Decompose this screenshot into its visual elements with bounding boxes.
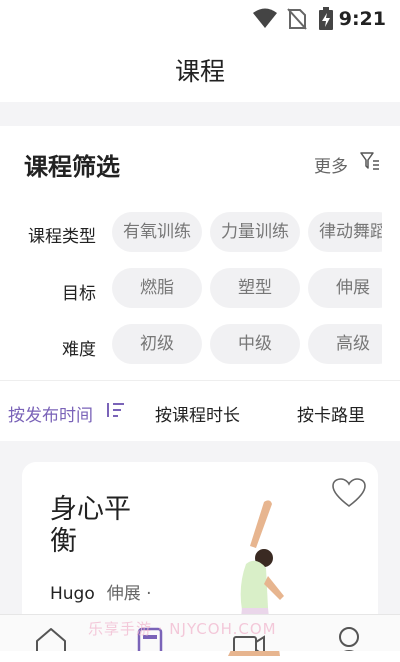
status-time: 9:21 <box>338 8 386 30</box>
more-button[interactable]: 更多 <box>314 152 348 177</box>
status-bar: 9:21 <box>0 0 400 36</box>
chip-option[interactable]: 律动舞蹈 <box>308 212 382 252</box>
course-tags: 伸展 · <box>106 584 152 604</box>
profile-icon[interactable] <box>332 625 366 651</box>
chip-option[interactable]: 初级 <box>112 324 202 364</box>
filter-label-type: 课程类型 <box>28 227 96 247</box>
filter-label-goal: 目标 <box>62 284 96 304</box>
section-divider <box>0 102 400 126</box>
coach-name: Hugo <box>50 584 95 604</box>
filter-options-goal: 燃脂 塑型 伸展 <box>112 268 382 310</box>
chip-option[interactable]: 伸展 <box>308 268 382 308</box>
chip-option[interactable]: 中级 <box>210 324 300 364</box>
sort-order-icon[interactable] <box>106 401 126 419</box>
chip-option[interactable]: 燃脂 <box>112 268 202 308</box>
watermark: 乐享手游 · NJYCOH.COM <box>88 620 277 638</box>
home-icon[interactable] <box>34 625 68 651</box>
chip-option[interactable]: 高级 <box>308 324 382 364</box>
course-title: 身心平衡 <box>50 494 131 557</box>
chip-option[interactable]: 塑型 <box>210 268 300 308</box>
filter-label-difficulty: 难度 <box>62 340 96 360</box>
no-sim-icon <box>287 8 307 30</box>
battery-charging-icon <box>319 7 333 30</box>
chip-option[interactable]: 有氧训练 <box>112 212 202 252</box>
sort-by-duration[interactable]: 按课程时长 <box>155 401 240 426</box>
wifi-icon <box>253 8 277 28</box>
sort-by-calories[interactable]: 按卡路里 <box>297 401 365 426</box>
filter-options-type: 有氧训练 力量训练 律动舞蹈 <box>112 212 382 254</box>
chip-option[interactable]: 力量训练 <box>210 212 300 252</box>
page-title: 课程 <box>174 57 225 86</box>
filter-icon[interactable] <box>360 151 380 171</box>
filter-options-difficulty: 初级 中级 高级 <box>112 324 382 366</box>
sort-bar: 按发布时间 按课程时长 按卡路里 <box>0 380 400 442</box>
favorite-heart-icon[interactable] <box>332 478 366 508</box>
course-meta: Hugo 伸展 · <box>50 579 152 604</box>
sort-by-publish-time[interactable]: 按发布时间 <box>8 401 93 426</box>
app-header: 课程 <box>0 36 400 102</box>
filter-title: 课程筛选 <box>24 153 120 181</box>
